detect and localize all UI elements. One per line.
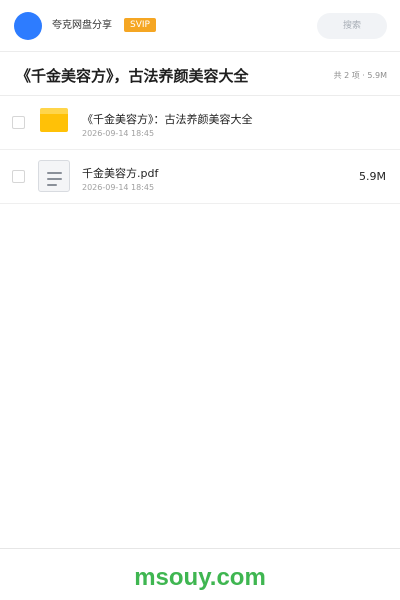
file-name[interactable]: 千金美容方.pdf [82,166,158,181]
select-checkbox[interactable] [12,116,25,129]
header: 夸克网盘分享 SVIP [0,0,400,52]
folder-icon [40,108,68,132]
file-size: 5.9M [359,170,386,183]
file-time: 2026-09-14 18:45 [82,129,155,138]
search-input[interactable] [317,13,387,39]
file-row-pdf[interactable]: 千金美容方.pdf 2026-09-14 18:45 5.9M [0,150,400,204]
select-checkbox[interactable] [12,170,25,183]
username[interactable]: 夸克网盘分享 [52,19,112,33]
share-page: 夸克网盘分享 SVIP 《千金美容方》，古法养颜美容大全 共 2 项 · 5.9… [0,0,400,600]
footer: msouy.com [0,548,400,600]
file-name[interactable]: 《千金美容方》：古法养颜美容大全 [82,112,253,127]
page-title: 《千金美容方》，古法养颜美容大全 [16,67,249,85]
share-title-bar: 《千金美容方》，古法养颜美容大全 共 2 项 · 5.9M [0,52,400,96]
file-row-folder[interactable]: 《千金美容方》：古法养颜美容大全 2026-09-14 18:45 [0,96,400,150]
document-icon [38,160,70,192]
share-summary: 共 2 项 · 5.9M [333,71,387,80]
avatar[interactable] [14,12,42,40]
file-time: 2026-09-14 18:45 [82,183,155,192]
watermark-text: msouy.com [134,564,266,591]
svip-badge: SVIP [124,18,156,32]
